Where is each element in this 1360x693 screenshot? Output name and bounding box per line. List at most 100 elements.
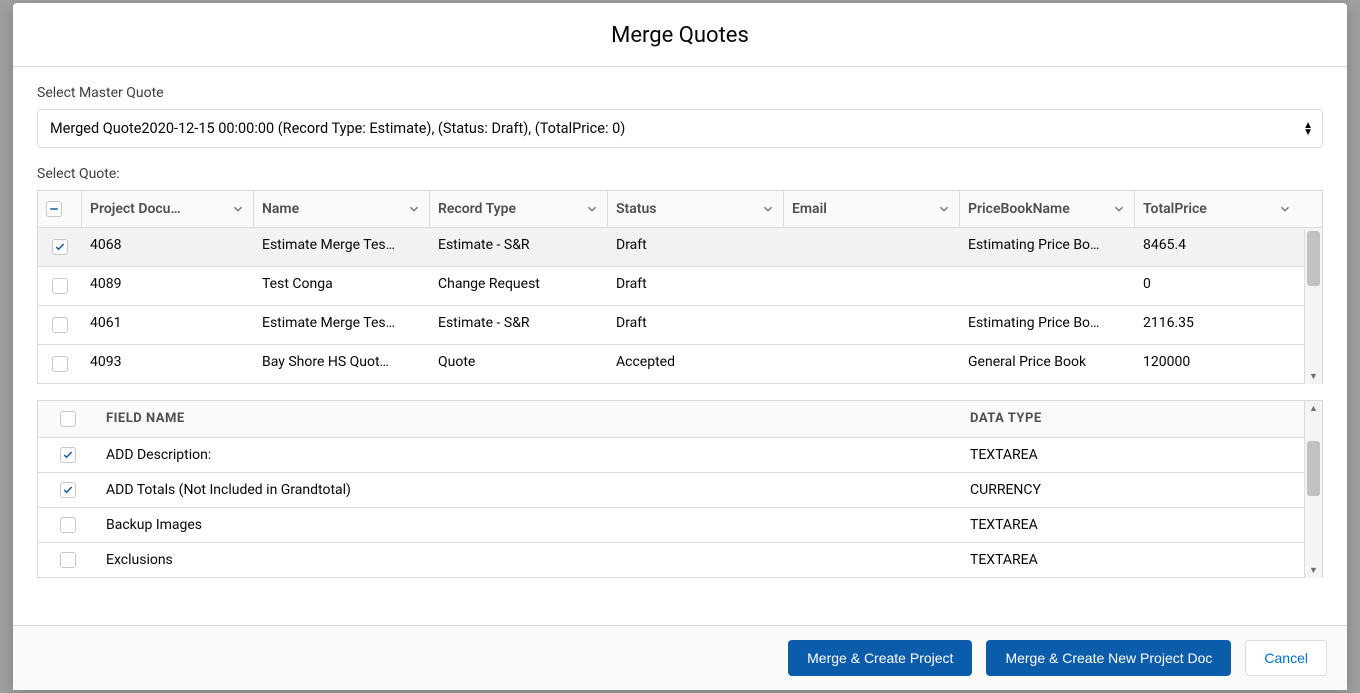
field-table-scrollbar[interactable]: ▲ ▼: [1304, 401, 1322, 578]
field-row-checkbox[interactable]: [60, 482, 76, 498]
field-table-body: ADD Description:TEXTAREAADD Totals (Not …: [38, 438, 1322, 578]
field-type: CURRENCY: [962, 473, 1322, 507]
field-row[interactable]: ADD Totals (Not Included in Grandtotal)C…: [38, 473, 1322, 508]
quote-price-book: Estimating Price Bo…: [960, 306, 1135, 344]
quote-row[interactable]: 4068Estimate Merge Tes…Estimate - S&RDra…: [38, 228, 1322, 267]
quote-row-checkbox-cell: [38, 345, 82, 383]
quote-total: 120000: [1135, 345, 1300, 383]
field-col-type: DATA TYPE: [962, 401, 1322, 437]
quote-record-type: Change Request: [430, 267, 608, 305]
select-all-quotes-checkbox[interactable]: [46, 201, 62, 217]
quote-col-record-type[interactable]: Record Type: [430, 191, 608, 227]
field-name: Exclusions: [98, 543, 962, 577]
chevron-down-icon: [937, 202, 951, 216]
quote-status: Draft: [608, 228, 784, 266]
quote-col-name[interactable]: Name: [254, 191, 430, 227]
quote-email: [784, 228, 960, 266]
field-name: ADD Totals (Not Included in Grandtotal): [98, 473, 962, 507]
quote-col-status[interactable]: Status: [608, 191, 784, 227]
quote-doc: 4093: [82, 345, 254, 383]
quote-row-checkbox[interactable]: [52, 278, 68, 294]
quote-col-email[interactable]: Email: [784, 191, 960, 227]
quote-name: Bay Shore HS Quot…: [254, 345, 430, 383]
quote-record-type: Estimate - S&R: [430, 306, 608, 344]
quote-doc: 4061: [82, 306, 254, 344]
master-quote-label: Select Master Quote: [37, 85, 1323, 101]
quote-row[interactable]: 4093Bay Shore HS Quot…QuoteAcceptedGener…: [38, 345, 1322, 384]
field-row-checkbox-cell: [38, 473, 98, 507]
quote-table-body: 4068Estimate Merge Tes…Estimate - S&RDra…: [38, 228, 1322, 384]
chevron-down-icon: [585, 202, 599, 216]
field-col-name: FIELD NAME: [98, 401, 962, 437]
modal-header: Merge Quotes: [13, 3, 1347, 67]
field-row-checkbox[interactable]: [60, 517, 76, 533]
modal-body: Select Master Quote Merged Quote2020-12-…: [13, 67, 1347, 625]
quote-row-checkbox[interactable]: [52, 356, 68, 372]
field-type: TEXTAREA: [962, 543, 1322, 577]
field-name: Backup Images: [98, 508, 962, 542]
quote-row-checkbox-cell: [38, 267, 82, 305]
quote-table: Project Docu… Name Record Type Status Em…: [37, 190, 1323, 384]
quote-table-scrollbar[interactable]: ▼: [1304, 229, 1322, 384]
chevron-down-icon: ▼: [1305, 371, 1322, 382]
field-row-checkbox[interactable]: [60, 447, 76, 463]
quote-name: Estimate Merge Tes…: [254, 306, 430, 344]
quote-price-book: General Price Book: [960, 345, 1135, 383]
cancel-button[interactable]: Cancel: [1245, 640, 1327, 676]
field-row-checkbox-cell: [38, 438, 98, 472]
chevron-down-icon: ▼: [1305, 565, 1322, 576]
scroll-thumb[interactable]: [1307, 441, 1320, 496]
quote-total: 2116.35: [1135, 306, 1300, 344]
quote-status: Draft: [608, 306, 784, 344]
merge-create-project-button[interactable]: Merge & Create Project: [788, 640, 972, 676]
quote-row[interactable]: 4061Estimate Merge Tes…Estimate - S&RDra…: [38, 306, 1322, 345]
quote-col-total[interactable]: TotalPrice: [1135, 191, 1300, 227]
quote-status: Draft: [608, 267, 784, 305]
quote-row-checkbox[interactable]: [52, 317, 68, 333]
field-table-head: FIELD NAME DATA TYPE: [38, 401, 1322, 438]
field-name: ADD Description:: [98, 438, 962, 472]
field-type: TEXTAREA: [962, 438, 1322, 472]
quote-status: Accepted: [608, 345, 784, 383]
field-row[interactable]: ADD Description:TEXTAREA: [38, 438, 1322, 473]
field-row-checkbox-cell: [38, 543, 98, 577]
quote-email: [784, 267, 960, 305]
quote-total: 8465.4: [1135, 228, 1300, 266]
chevron-down-icon: [761, 202, 775, 216]
quote-row[interactable]: 4089Test CongaChange RequestDraft 0: [38, 267, 1322, 306]
chevron-down-icon: [407, 202, 421, 216]
quote-col-price-book[interactable]: PriceBookName: [960, 191, 1135, 227]
quote-col-doc[interactable]: Project Docu…: [82, 191, 254, 227]
quote-price-book: Estimating Price Bo…: [960, 228, 1135, 266]
quote-row-checkbox-cell: [38, 228, 82, 266]
quote-table-head: Project Docu… Name Record Type Status Em…: [38, 191, 1322, 228]
quote-email: [784, 345, 960, 383]
field-row[interactable]: ExclusionsTEXTAREA: [38, 543, 1322, 578]
field-row-checkbox-cell: [38, 508, 98, 542]
field-row[interactable]: Backup ImagesTEXTAREA: [38, 508, 1322, 543]
quote-name: Estimate Merge Tes…: [254, 228, 430, 266]
merge-quotes-modal: Merge Quotes Select Master Quote Merged …: [13, 3, 1347, 690]
select-all-fields-checkbox[interactable]: [60, 411, 76, 427]
quote-price-book: [960, 267, 1135, 305]
quote-name: Test Conga: [254, 267, 430, 305]
chevron-down-icon: [1278, 202, 1292, 216]
modal-title: Merge Quotes: [13, 23, 1347, 48]
quote-row-checkbox-cell: [38, 306, 82, 344]
merge-create-project-doc-button[interactable]: Merge & Create New Project Doc: [986, 640, 1231, 676]
quote-header-checkbox-cell: [38, 191, 82, 227]
quote-doc: 4089: [82, 267, 254, 305]
quote-total: 0: [1135, 267, 1300, 305]
field-table: FIELD NAME DATA TYPE ADD Description:TEX…: [37, 400, 1323, 578]
master-quote-select-wrap: Merged Quote2020-12-15 00:00:00 (Record …: [37, 109, 1323, 148]
field-header-checkbox-cell: [38, 401, 98, 437]
field-type: TEXTAREA: [962, 508, 1322, 542]
chevron-down-icon: [231, 202, 245, 216]
modal-footer: Merge & Create Project Merge & Create Ne…: [13, 625, 1347, 690]
select-quote-label: Select Quote:: [37, 166, 1323, 182]
master-quote-select[interactable]: Merged Quote2020-12-15 00:00:00 (Record …: [37, 109, 1323, 148]
scroll-thumb[interactable]: [1307, 231, 1320, 286]
field-row-checkbox[interactable]: [60, 552, 76, 568]
quote-doc: 4068: [82, 228, 254, 266]
quote-row-checkbox[interactable]: [52, 239, 68, 255]
